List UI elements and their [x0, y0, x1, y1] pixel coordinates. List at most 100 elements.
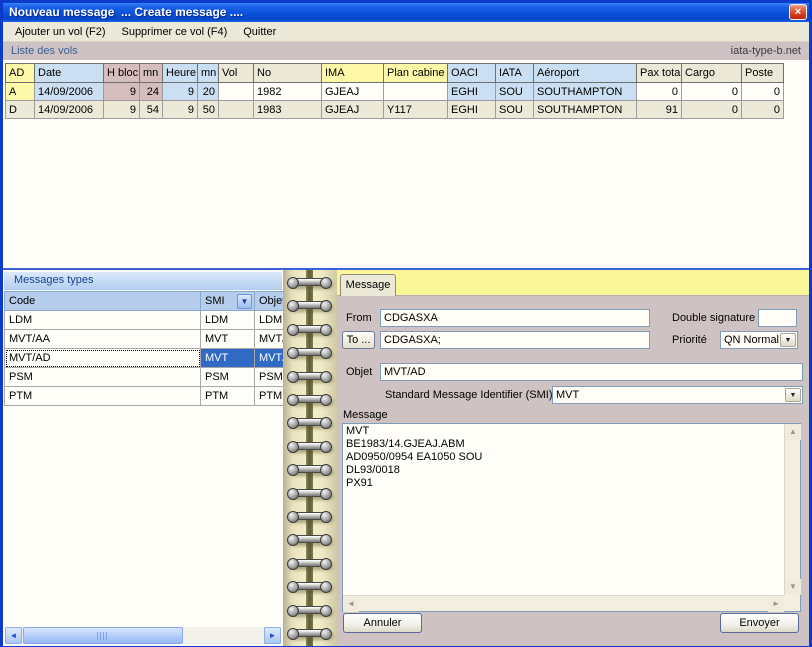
scrollbar-track[interactable] [22, 627, 264, 644]
flight-cell[interactable]: EGHI [448, 83, 496, 101]
message-type-cell[interactable]: MVT/AA [255, 330, 284, 349]
message-text: MVT BE1983/14.GJEAJ.ABM AD0950/0954 EA10… [346, 425, 782, 593]
chevron-down-icon[interactable]: ▼ [785, 388, 801, 402]
flight-cell[interactable]: 50 [198, 101, 219, 119]
flight-column-header: Heure [163, 64, 198, 83]
flight-column-header: Plan cabine [384, 64, 448, 83]
flight-cell[interactable]: 91 [637, 101, 682, 119]
message-type-row[interactable]: LDMLDMLDM [5, 311, 284, 330]
message-type-cell[interactable]: PTM [201, 387, 255, 406]
message-type-row[interactable]: MVT/ADMVTMVT/AD [5, 349, 284, 368]
spiral-ring [288, 301, 331, 309]
scroll-left-icon[interactable]: ◄ [343, 596, 359, 612]
message-type-cell[interactable]: LDM [5, 311, 201, 330]
message-type-row[interactable]: MVT/AAMVTMVT/AA [5, 330, 284, 349]
flight-column-header: IATA [496, 64, 534, 83]
flight-column-header: Poste [742, 64, 784, 83]
smi-dropdown[interactable]: MVT ▼ [552, 386, 803, 404]
chevron-down-icon[interactable]: ▼ [780, 333, 796, 347]
flight-cell[interactable]: 1982 [254, 83, 322, 101]
scroll-right-icon[interactable]: ► [768, 596, 784, 612]
message-vscrollbar[interactable]: ▲ ▼ [784, 424, 800, 595]
message-type-cell[interactable]: MVT/AD [255, 349, 284, 368]
scroll-up-icon[interactable]: ▲ [785, 424, 801, 440]
flight-cell[interactable] [219, 101, 254, 119]
flight-cell[interactable]: 14/09/2006 [35, 101, 104, 119]
message-type-cell[interactable]: LDM [201, 311, 255, 330]
flight-cell[interactable]: 0 [742, 101, 784, 119]
scroll-right-icon[interactable]: ► [264, 627, 281, 644]
flight-cell[interactable]: SOU [496, 83, 534, 101]
message-hscrollbar[interactable]: ◄ ► [343, 595, 784, 611]
send-button[interactable]: Envoyer [720, 613, 799, 633]
flight-cell[interactable]: 1983 [254, 101, 322, 119]
close-button[interactable]: × [789, 4, 807, 20]
spiral-ring [288, 582, 331, 590]
flight-cell[interactable]: 0 [682, 101, 742, 119]
flight-cell[interactable]: 9 [163, 83, 198, 101]
objet-label: Objet [346, 366, 372, 378]
menu-item-quitter[interactable]: Quitter [235, 24, 284, 40]
scrollbar-thumb[interactable] [23, 627, 183, 644]
priority-dropdown[interactable]: QN Normal ▼ [720, 331, 798, 349]
flight-cell[interactable]: 9 [163, 101, 198, 119]
flight-list-area: ADDateH blocmnHeuremnVolNoIMAPlan cabine… [3, 60, 809, 268]
smi-filter-dropdown-icon[interactable]: ▼ [237, 294, 252, 309]
from-input[interactable]: CDGASXA [380, 309, 650, 327]
double-signature-input[interactable] [758, 309, 797, 327]
to-input[interactable]: CDGASXA; [380, 331, 650, 349]
flight-cell[interactable]: 0 [742, 83, 784, 101]
flight-cell[interactable]: 14/09/2006 [35, 83, 104, 101]
flight-cell[interactable]: SOUTHAMPTON [534, 101, 637, 119]
scroll-left-icon[interactable]: ◄ [5, 627, 22, 644]
flight-cell[interactable]: 9 [104, 101, 140, 119]
flight-cell[interactable]: 9 [104, 83, 140, 101]
flight-cell[interactable] [384, 83, 448, 101]
message-type-cell[interactable]: PSM [255, 368, 284, 387]
flight-cell[interactable]: 54 [140, 101, 163, 119]
priority-label: Priorité [672, 334, 707, 346]
flight-cell[interactable]: D [6, 101, 35, 119]
flight-cell[interactable]: 20 [198, 83, 219, 101]
flight-cell[interactable]: 24 [140, 83, 163, 101]
menu-item-ajouter[interactable]: Ajouter un vol (F2) [7, 24, 113, 40]
to-button[interactable]: To ... [342, 331, 375, 349]
message-type-cell[interactable]: MVT [201, 330, 255, 349]
message-type-cell[interactable]: MVT [201, 349, 255, 368]
flight-row[interactable]: A14/09/20069249201982GJEAJEGHISOUSOUTHAM… [6, 83, 784, 101]
tab-message[interactable]: Message [340, 274, 396, 296]
message-type-cell[interactable]: PTM [5, 387, 201, 406]
spiral-binding [283, 270, 337, 646]
flight-column-header: IMA [322, 64, 384, 83]
flight-cell[interactable]: EGHI [448, 101, 496, 119]
flight-cell[interactable]: 0 [682, 83, 742, 101]
objet-input[interactable]: MVT/AD [380, 363, 803, 381]
message-type-cell[interactable]: PSM [201, 368, 255, 387]
message-type-cell[interactable]: LDM [255, 311, 284, 330]
flight-cell[interactable]: GJEAJ [322, 83, 384, 101]
flight-list-title: Liste des vols [11, 45, 78, 57]
flight-row[interactable]: D14/09/20069549501983GJEAJY117EGHISOUSOU… [6, 101, 784, 119]
flight-cell[interactable]: Y117 [384, 101, 448, 119]
message-type-row[interactable]: PSMPSMPSM [5, 368, 284, 387]
message-types-hscrollbar[interactable]: ◄ ► [5, 627, 281, 644]
message-type-cell[interactable]: PTM [255, 387, 284, 406]
message-type-cell[interactable]: PSM [5, 368, 201, 387]
message-type-cell[interactable]: MVT/AD [5, 349, 201, 368]
spiral-ring [288, 278, 331, 286]
menu-item-supprimer[interactable]: Supprimer ce vol (F4) [113, 24, 235, 40]
title-bar: Nouveau message ... Create message .... … [3, 3, 809, 22]
flight-cell[interactable]: GJEAJ [322, 101, 384, 119]
flight-cell[interactable]: SOUTHAMPTON [534, 83, 637, 101]
message-textarea[interactable]: MVT BE1983/14.GJEAJ.ABM AD0950/0954 EA10… [342, 423, 801, 612]
priority-value: QN Normal [724, 334, 779, 346]
cancel-button[interactable]: Annuler [343, 613, 422, 633]
scroll-down-icon[interactable]: ▼ [785, 579, 801, 595]
flight-cell[interactable]: A [6, 83, 35, 101]
flight-cell[interactable]: SOU [496, 101, 534, 119]
message-type-row[interactable]: PTMPTMPTM [5, 387, 284, 406]
flight-cell[interactable] [219, 83, 254, 101]
message-type-cell[interactable]: MVT/AA [5, 330, 201, 349]
app-window: Nouveau message ... Create message .... … [0, 0, 812, 647]
flight-cell[interactable]: 0 [637, 83, 682, 101]
